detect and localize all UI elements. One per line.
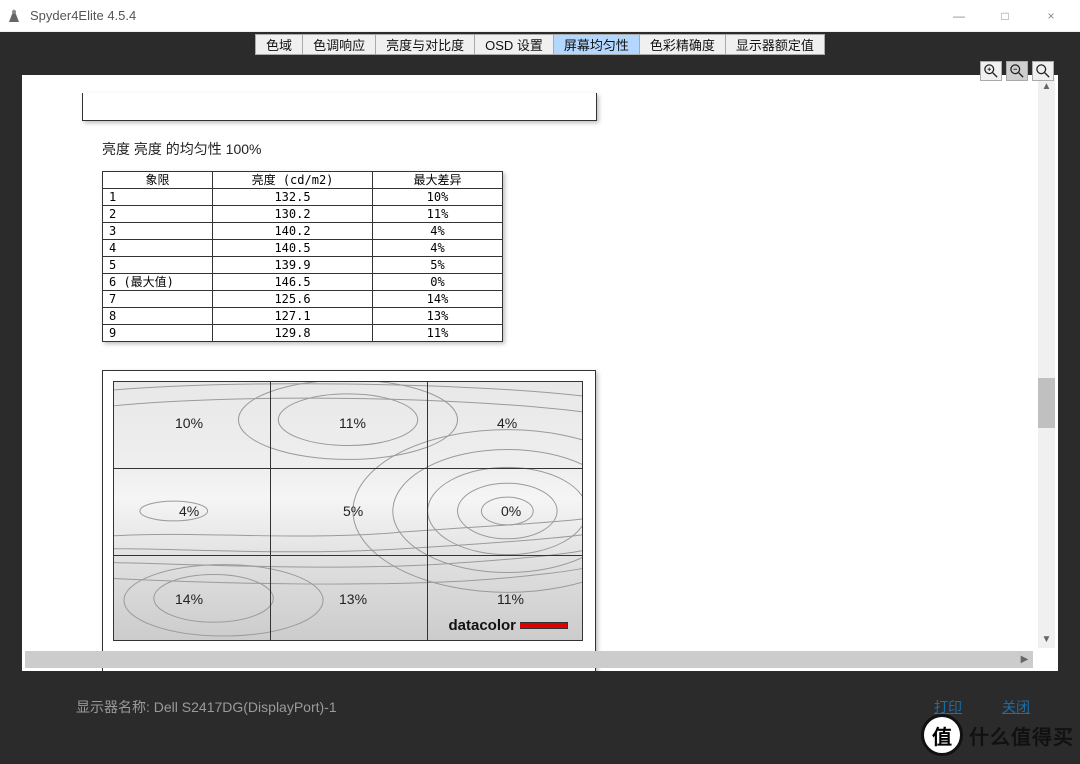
main-panel: 亮度 亮度 的均匀性 100% 象限 亮度 (cd/m2) 最大差异 1132.… [0,57,1080,764]
app-icon [6,8,22,24]
maximize-button[interactable]: □ [982,0,1028,32]
tab-tone-response[interactable]: 色调响应 [303,34,376,55]
zoom-tools [980,61,1054,81]
table-header-row: 象限 亮度 (cd/m2) 最大差异 [103,172,503,189]
table-header-quadrant: 象限 [103,172,213,189]
scroll-right-arrow-icon[interactable]: ▶ [1016,651,1033,668]
watermark-text: 什么值得买 [969,721,1074,750]
watermark: 值 什么值得买 [921,714,1074,756]
contour-plot: 10% 11% 4% 4% 5% 0% 14% 13% 11% datacolo… [113,381,583,641]
tab-screen-uniformity[interactable]: 屏幕均匀性 [554,34,640,55]
contour-label: 10% [172,414,206,432]
tab-bar: 色域 色调响应 亮度与对比度 OSD 设置 屏幕均匀性 色彩精确度 显示器额定值 [0,32,1080,57]
brand-text: datacolor [448,617,516,634]
close-button[interactable]: × [1028,0,1074,32]
scroll-thumb-horizontal[interactable] [25,651,1033,668]
contour-plot-container: 10% 11% 4% 4% 5% 0% 14% 13% 11% datacolo… [102,370,596,671]
tab-osd-settings[interactable]: OSD 设置 [475,34,554,55]
previous-section-clip [82,93,597,121]
horizontal-scrollbar[interactable]: ◀ ▶ [25,651,1033,668]
table-row: 2130.211% [103,206,503,223]
contour-label: 4% [494,414,520,432]
status-monitor-name: Dell S2417DG(DisplayPort)-1 [154,699,337,715]
zoom-fit-button[interactable] [1032,61,1054,81]
contour-label: 0% [498,502,524,520]
tab-monitor-rating[interactable]: 显示器额定值 [726,34,825,55]
table-row: 1132.510% [103,189,503,206]
table-row: 8127.113% [103,308,503,325]
zoom-out-button[interactable] [1006,61,1028,81]
uniformity-table: 象限 亮度 (cd/m2) 最大差异 1132.510% 2130.211% 3… [102,171,503,342]
vertical-scrollbar[interactable]: ▲ ▼ [1038,78,1055,648]
document-viewport: 亮度 亮度 的均匀性 100% 象限 亮度 (cd/m2) 最大差异 1132.… [22,75,1058,671]
table-row: 9129.811% [103,325,503,342]
contour-label: 11% [336,414,369,432]
window-controls: — □ × [936,0,1074,32]
table-header-luminance: 亮度 (cd/m2) [213,172,373,189]
status-label: 显示器名称: [76,697,150,717]
status-bar: 显示器名称: Dell S2417DG(DisplayPort)-1 打印 关闭 [22,671,1058,717]
table-row: 3140.24% [103,223,503,240]
contour-label: 13% [336,590,370,608]
scroll-down-arrow-icon[interactable]: ▼ [1038,631,1055,648]
watermark-badge-icon: 值 [921,714,963,756]
zoom-in-button[interactable] [980,61,1002,81]
document-content: 亮度 亮度 的均匀性 100% 象限 亮度 (cd/m2) 最大差异 1132.… [82,93,597,671]
contour-label: 4% [176,502,202,520]
contour-label: 14% [172,590,206,608]
table-header-maxdiff: 最大差异 [373,172,503,189]
section-title: 亮度 亮度 的均匀性 100% [102,139,597,159]
tab-brightness-contrast[interactable]: 亮度与对比度 [376,34,475,55]
brand-logo: datacolor [448,617,568,634]
scroll-thumb-vertical[interactable] [1038,378,1055,428]
window-title: Spyder4Elite 4.5.4 [30,8,136,23]
table-row: 6 (最大值)146.50% [103,274,503,291]
tab-gamut[interactable]: 色域 [255,34,303,55]
tab-color-accuracy[interactable]: 色彩精确度 [640,34,726,55]
table-row: 4140.54% [103,240,503,257]
contour-label: 11% [494,590,527,608]
title-bar: Spyder4Elite 4.5.4 — □ × [0,0,1080,32]
minimize-button[interactable]: — [936,0,982,32]
table-row: 5139.95% [103,257,503,274]
contour-label: 5% [340,502,366,520]
table-row: 7125.614% [103,291,503,308]
brand-bar-icon [520,622,568,629]
